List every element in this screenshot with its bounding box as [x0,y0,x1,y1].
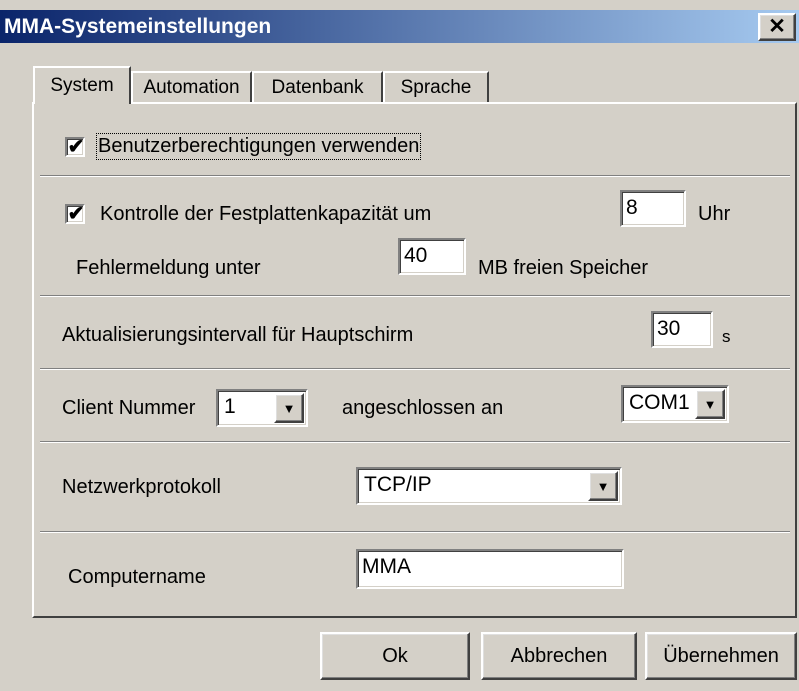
network-protocol-value: TCP/IP [364,473,432,496]
ok-button-label: Ok [382,645,408,667]
disk-check-label: Kontrolle der Festplattenkapazität um [100,203,432,225]
apply-button-label: Übernehmen [663,645,779,667]
window-title: MMA-Systemeinstellungen [4,15,272,38]
computer-name-label: Computername [68,566,206,588]
free-space-mb-value: 40 [404,244,428,267]
check-icon: ✔ [67,136,85,158]
network-protocol-dropdown-button[interactable]: ▼ [588,471,618,501]
refresh-interval-input[interactable]: 30 [651,311,713,348]
separator [40,531,790,533]
separator [40,295,790,297]
tab-system-label: System [50,75,114,96]
user-permissions-checkbox[interactable]: ✔ [65,136,85,158]
refresh-interval-value: 30 [657,317,681,340]
cancel-button-label: Abbrechen [510,645,608,667]
separator [40,441,790,443]
com-port-select[interactable]: COM1 ▼ [621,385,729,423]
client-number-dropdown-button[interactable]: ▼ [274,393,304,423]
tab-datenbank-label: Datenbank [271,77,364,98]
disk-check-hour-value: 8 [626,196,638,219]
ok-button[interactable]: Ok [320,632,470,680]
connected-to-label: angeschlossen an [342,397,504,419]
hour-unit-label: Uhr [698,203,731,225]
network-protocol-select[interactable]: TCP/IP ▼ [356,467,622,505]
free-space-unit-label: MB freien Speicher [478,257,649,279]
tab-sprache-label: Sprache [400,77,472,98]
error-message-label: Fehlermeldung unter [76,257,261,279]
apply-button[interactable]: Übernehmen [645,632,797,680]
tab-datenbank[interactable]: Datenbank [252,71,383,103]
computer-name-value: MMA [362,555,411,578]
computer-name-input[interactable]: MMA [356,549,624,589]
chevron-down-icon: ▼ [282,401,296,416]
chevron-down-icon: ▼ [596,479,610,494]
tab-system[interactable]: System [33,66,131,104]
free-space-mb-input[interactable]: 40 [398,238,466,275]
com-port-value: COM1 [629,391,690,414]
cancel-button[interactable]: Abbrechen [481,632,637,680]
disk-check-hour-input[interactable]: 8 [620,190,686,227]
client-number-value: 1 [224,395,236,418]
tab-automation[interactable]: Automation [131,71,252,103]
close-button[interactable]: ✕ [758,13,796,41]
client-number-label: Client Nummer [62,397,196,419]
separator [40,368,790,370]
check-icon: ✔ [67,203,85,225]
settings-dialog: MMA-Systemeinstellungen ✕ System Automat… [0,0,799,691]
tab-sprache[interactable]: Sprache [383,71,489,103]
network-protocol-label: Netzwerkprotokoll [62,476,221,498]
title-bar: MMA-Systemeinstellungen ✕ [0,10,799,43]
user-permissions-label: Benutzerberechtigungen verwenden [95,133,422,160]
refresh-interval-label: Aktualisierungsintervall für Hauptschirm [62,324,414,346]
system-tab-panel: ✔ Benutzerberechtigungen verwenden ✔ Kon… [32,102,797,618]
separator [40,175,790,177]
client-number-select[interactable]: 1 ▼ [216,389,308,427]
disk-check-checkbox[interactable]: ✔ [65,203,85,225]
tab-automation-label: Automation [143,77,240,98]
close-icon: ✕ [768,15,786,38]
seconds-unit-label: s [722,327,731,346]
com-port-dropdown-button[interactable]: ▼ [695,389,725,419]
chevron-down-icon: ▼ [703,397,717,412]
